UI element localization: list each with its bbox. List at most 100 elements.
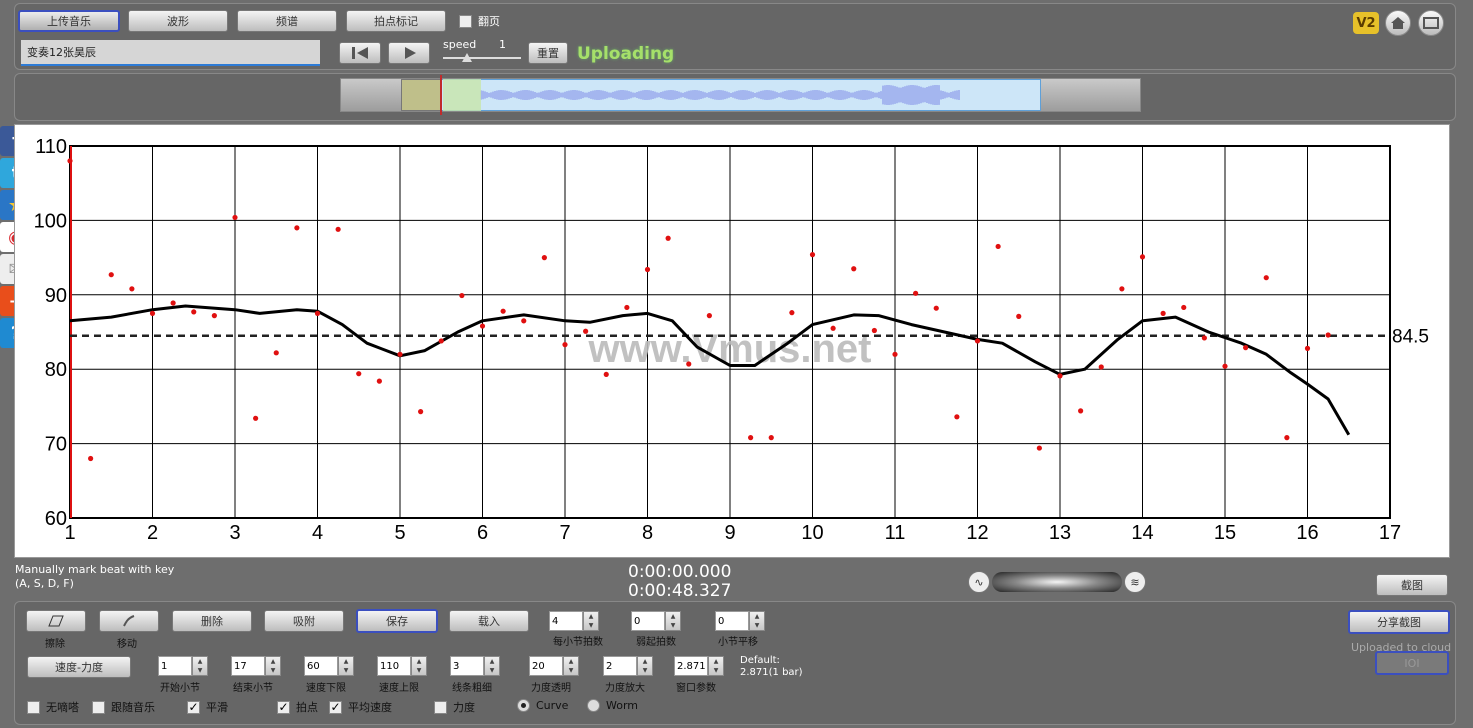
home-icon[interactable] (1385, 10, 1411, 36)
ioi-button[interactable]: IOI (1375, 651, 1449, 675)
page-flip-box[interactable] (459, 14, 472, 28)
beats-box[interactable]: ✓ (277, 700, 290, 714)
tempo-min-input[interactable] (304, 656, 338, 676)
screen-icon[interactable] (1418, 10, 1444, 36)
beats-per-bar-input[interactable] (549, 611, 583, 631)
beat-point (748, 435, 754, 441)
smooth-checkbox[interactable]: ✓ 平滑 (187, 699, 228, 715)
line-width-arrows[interactable]: ▲ ▼ (484, 656, 500, 676)
beat-point (1304, 345, 1311, 351)
v2-label: V2 (1356, 15, 1376, 31)
upload-status: Uploading (577, 44, 675, 64)
tempo-max-arrows[interactable]: ▲ ▼ (411, 656, 427, 676)
window-param-arrows[interactable]: ▲ ▼ (708, 656, 724, 676)
end-bar-arrows[interactable]: ▲ ▼ (265, 656, 281, 676)
beat-point (892, 351, 898, 357)
beat-point (253, 415, 259, 421)
track-name-field[interactable]: 变奏12张昊辰 (21, 40, 320, 66)
overview-highlight (443, 79, 481, 111)
bar-offset-stepper[interactable]: ▲▼ (715, 611, 765, 631)
beat-point (1222, 363, 1228, 369)
line-width-input[interactable] (450, 656, 484, 676)
bar-offset-input[interactable] (715, 611, 749, 631)
beat-mark-button[interactable]: 拍点标记 (346, 10, 446, 32)
end-bar-input[interactable] (231, 656, 265, 676)
share-capture-button[interactable]: 分享截图 (1348, 610, 1450, 634)
speed-slider-thumb[interactable] (462, 53, 472, 62)
curve-radio[interactable]: Curve (517, 699, 568, 712)
snap-button[interactable]: 吸附 (264, 610, 344, 632)
end-bar-stepper[interactable]: ▲▼ (231, 656, 281, 676)
pickup-beats-arrows[interactable]: ▲ ▼ (665, 611, 681, 631)
no-tick-checkbox[interactable]: 无嘀嗒 (27, 699, 79, 715)
zoom-in-icon[interactable]: ∿ (968, 571, 990, 593)
screen-glyph (1423, 17, 1439, 29)
dynamics-scale-stepper[interactable]: ▲▼ (603, 656, 653, 676)
dynamics-opacity-stepper[interactable]: ▲▼ (529, 656, 579, 676)
tempo-max-stepper[interactable]: ▲▼ (377, 656, 427, 676)
average-tempo-checkbox[interactable]: ✓ 平均速度 (329, 699, 392, 715)
curve-radio-dot[interactable] (517, 699, 530, 712)
capture-button[interactable]: 截图 (1376, 574, 1448, 596)
bar-offset-arrows[interactable]: ▲ ▼ (749, 611, 765, 631)
start-bar-input[interactable] (158, 656, 192, 676)
speed-slider[interactable] (443, 53, 521, 63)
load-button[interactable]: 载入 (449, 610, 529, 632)
pickup-beats-stepper[interactable]: ▲▼ (631, 611, 681, 631)
smooth-label: 平滑 (206, 701, 228, 714)
beat-point (438, 338, 444, 344)
tempo-dynamics-mode-button[interactable]: 速度-力度 (27, 656, 131, 678)
waveform-button[interactable]: 波形 (128, 10, 228, 32)
follow-music-checkbox[interactable]: 跟随音乐 (92, 699, 155, 715)
beat-point (356, 371, 362, 377)
zoom-slider[interactable]: ∿ ≋ (968, 570, 1148, 594)
tempo-min-stepper[interactable]: ▲▼ (304, 656, 354, 676)
start-bar-stepper[interactable]: ▲▼ (158, 656, 208, 676)
tempo-max-input[interactable] (377, 656, 411, 676)
zoom-track[interactable] (992, 572, 1122, 592)
chart-area[interactable]: 1 2 3 4 5 6 7 8 9 10 11 12 13 14 15 16 17 60 70 80 90 100 110 w… (14, 124, 1450, 558)
skip-start-button[interactable] (339, 42, 381, 64)
tempo-chart[interactable]: 1 2 3 4 5 6 7 8 9 10 11 12 13 14 15 16 1760708090100110w… (15, 125, 1451, 559)
play-button[interactable] (388, 42, 430, 64)
reset-button[interactable]: 重置 (528, 42, 568, 64)
average-tempo-box[interactable]: ✓ (329, 700, 342, 714)
v2-icon[interactable]: V2 (1353, 12, 1379, 34)
window-param-stepper[interactable]: ▲▼ (674, 656, 724, 676)
dynamics-scale-input[interactable] (603, 656, 637, 676)
default-note: Default: 2.871(1 bar) (740, 655, 803, 679)
move-button[interactable] (99, 610, 159, 632)
dynamics-box[interactable] (434, 700, 447, 714)
dynamics-opacity-arrows[interactable]: ▲ ▼ (563, 656, 579, 676)
smooth-box[interactable]: ✓ (187, 700, 200, 714)
zoom-out-icon[interactable]: ≋ (1124, 571, 1146, 593)
hint-text: Manually mark beat with key (A, S, D, F) (15, 563, 174, 591)
window-param-input[interactable] (674, 656, 708, 676)
upload-music-button[interactable]: 上传音乐 (18, 10, 120, 32)
delete-button[interactable]: 删除 (172, 610, 252, 632)
spectrum-button[interactable]: 频谱 (237, 10, 337, 32)
beats-per-bar-stepper[interactable]: ▲▼ (549, 611, 599, 631)
worm-radio-dot[interactable] (587, 699, 600, 712)
save-button[interactable]: 保存 (356, 609, 438, 633)
dynamics-opacity-input[interactable] (529, 656, 563, 676)
pickup-beats-input[interactable] (631, 611, 665, 631)
line-width-stepper[interactable]: ▲▼ (450, 656, 500, 676)
overview-marker[interactable] (440, 75, 442, 115)
beats-checkbox[interactable]: ✓ 拍点 (277, 699, 318, 715)
beat-point (644, 266, 651, 273)
follow-music-box[interactable] (92, 700, 105, 714)
overview-selection[interactable] (401, 79, 441, 111)
no-tick-box[interactable] (27, 700, 40, 714)
worm-radio[interactable]: Worm (587, 699, 638, 712)
overview-waveform[interactable] (340, 75, 1141, 115)
y-tick-label: 60 (45, 508, 67, 530)
dynamics-checkbox[interactable]: 力度 (434, 699, 475, 715)
x-tick-label: 13 (1049, 522, 1071, 544)
start-bar-arrows[interactable]: ▲ ▼ (192, 656, 208, 676)
eraser-button[interactable] (26, 610, 86, 632)
tempo-min-arrows[interactable]: ▲ ▼ (338, 656, 354, 676)
dynamics-scale-arrows[interactable]: ▲ ▼ (637, 656, 653, 676)
beats-per-bar-arrows[interactable]: ▲ ▼ (583, 611, 599, 631)
page-flip-checkbox[interactable]: 翻页 (459, 13, 500, 29)
